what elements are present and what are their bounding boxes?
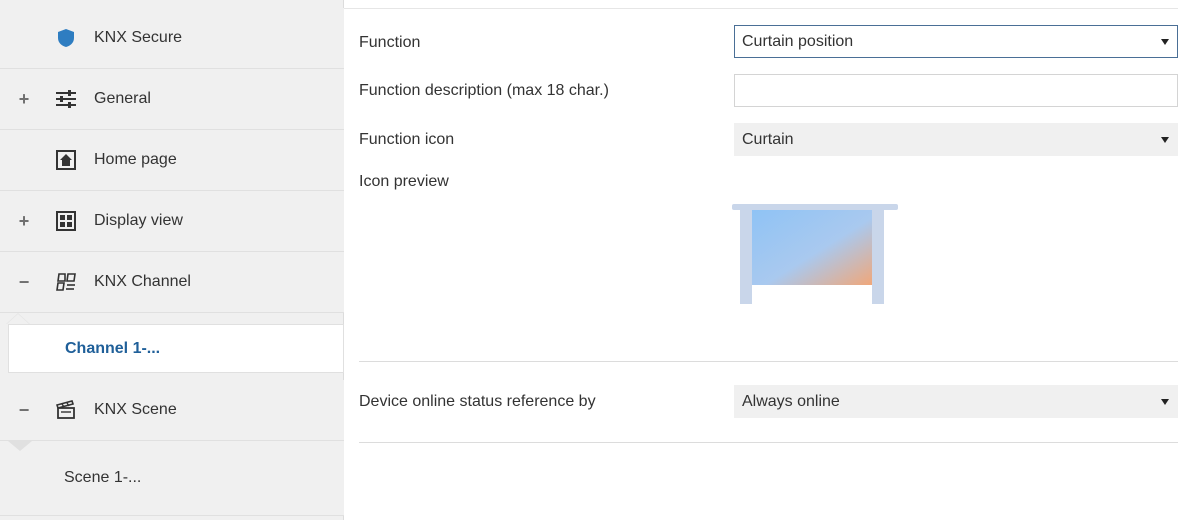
sidebar-item-scene-1[interactable]: Scene 1-... xyxy=(8,441,344,515)
function-select[interactable]: Curtain position xyxy=(734,25,1178,58)
section-divider xyxy=(359,442,1178,443)
collapse-icon[interactable]: − xyxy=(15,380,33,440)
function-label: Function xyxy=(359,34,421,51)
tree-notch xyxy=(8,441,32,451)
section-divider xyxy=(359,361,1178,362)
sidebar-item-knx-secure[interactable]: KNX Secure xyxy=(0,8,344,69)
sidebar-item-display-view[interactable]: + Display view xyxy=(0,191,344,252)
sidebar-item-label: Display view xyxy=(94,212,183,229)
sidebar-item-knx-channel[interactable]: − KNX Channel xyxy=(0,252,344,313)
curtain-icon xyxy=(732,202,898,306)
sidebar-item-label: General xyxy=(94,90,151,107)
sidebar-item-label: Home page xyxy=(94,151,177,168)
collapse-icon[interactable]: − xyxy=(15,252,33,312)
online-status-select-value: Always online xyxy=(742,392,840,410)
function-icon-select[interactable]: Curtain xyxy=(734,123,1178,156)
divider xyxy=(0,515,344,516)
chevron-down-icon xyxy=(1161,136,1169,143)
home-icon xyxy=(54,148,78,172)
knx-channel-icon xyxy=(54,270,78,294)
sidebar-item-home-page[interactable]: Home page xyxy=(0,130,344,191)
sidebar-item-channel-1[interactable]: Channel 1-... xyxy=(8,324,344,373)
sidebar-item-label: Channel 1-... xyxy=(65,339,161,357)
sidebar-item-label: KNX Secure xyxy=(94,29,183,46)
expand-icon[interactable]: + xyxy=(15,191,33,251)
chevron-down-icon xyxy=(1161,398,1169,405)
sidebar-item-label: KNX Scene xyxy=(94,401,177,418)
function-icon-label: Function icon xyxy=(359,131,455,148)
online-status-label: Device online status reference by xyxy=(359,393,596,410)
function-description-label: Function description (max 18 char.) xyxy=(359,82,609,99)
function-icon-select-value: Curtain xyxy=(742,130,794,148)
chevron-down-icon xyxy=(1161,38,1169,45)
clapperboard-icon xyxy=(54,398,78,422)
sidebar: KNX Secure + General Home page + Display… xyxy=(0,0,344,520)
expand-icon[interactable]: + xyxy=(15,69,33,129)
sidebar-item-general[interactable]: + General xyxy=(0,69,344,130)
online-status-select[interactable]: Always online xyxy=(734,385,1178,418)
sidebar-item-knx-scene[interactable]: − KNX Scene xyxy=(0,380,344,441)
sliders-icon xyxy=(54,87,78,111)
icon-preview-label: Icon preview xyxy=(359,173,449,190)
sidebar-item-label: KNX Channel xyxy=(94,273,191,290)
grid-icon xyxy=(54,209,78,233)
settings-panel: Function Curtain position Function descr… xyxy=(344,8,1178,520)
function-description-input[interactable] xyxy=(734,74,1178,107)
function-select-value: Curtain position xyxy=(742,32,854,50)
sidebar-item-label: Scene 1-... xyxy=(64,469,142,486)
shield-icon xyxy=(54,26,78,50)
tree-notch-fill xyxy=(7,314,29,324)
